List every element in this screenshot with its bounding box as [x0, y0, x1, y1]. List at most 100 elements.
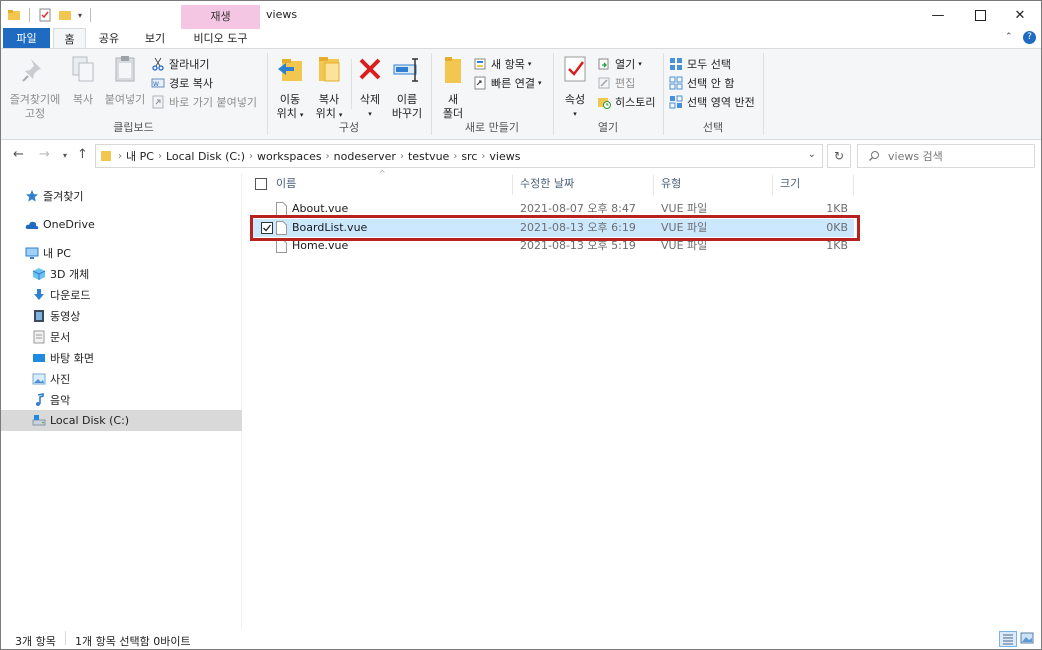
- paste-button[interactable]: 붙여넣기: [103, 53, 147, 107]
- tab-file[interactable]: 파일: [3, 28, 50, 49]
- new-folder-button[interactable]: 새 폴더: [437, 53, 469, 121]
- chevron-down-icon[interactable]: ▾: [78, 11, 82, 20]
- nav-item-label: 동영상: [50, 309, 81, 323]
- highlight-box: [250, 215, 860, 241]
- select-group-label: 선택: [702, 121, 724, 134]
- tab-home[interactable]: 홈: [53, 28, 86, 49]
- tab-video-tools[interactable]: 비디오 도구: [181, 28, 260, 49]
- forward-button[interactable]: →: [39, 147, 50, 162]
- large-icons-view-button[interactable]: [1019, 631, 1037, 647]
- properties-icon[interactable]: [38, 8, 52, 22]
- nav-item-label: 문서: [50, 330, 71, 344]
- new-item-label: 새 항목: [491, 58, 525, 71]
- cut-button[interactable]: 잘라내기: [151, 55, 209, 73]
- large-icons-view-icon: [1020, 632, 1034, 644]
- recent-locations-button[interactable]: ▾: [63, 151, 67, 160]
- properties-icon: [564, 56, 586, 82]
- delete-button[interactable]: 삭제 ▾: [353, 53, 387, 121]
- close-button[interactable]: ✕: [997, 1, 1041, 29]
- paste-icon: [115, 56, 135, 82]
- file-icon: [276, 202, 287, 216]
- chevron-down-icon: ▾: [638, 60, 642, 68]
- breadcrumb-local-disk[interactable]: Local Disk (C:): [166, 150, 245, 163]
- nav-item-downloads[interactable]: 다운로드: [1, 284, 242, 305]
- select-all-checkbox[interactable]: [255, 178, 267, 190]
- nav-item-videos[interactable]: 동영상: [1, 305, 242, 326]
- column-header-name[interactable]: 이름: [276, 173, 296, 195]
- move-label-1: 이동: [279, 93, 301, 106]
- music-icon: [36, 392, 44, 406]
- column-header-size[interactable]: 크기: [780, 173, 800, 195]
- new-folder-icon[interactable]: [58, 8, 72, 22]
- nav-item-pictures[interactable]: 사진: [1, 368, 242, 389]
- breadcrumb-nodeserver[interactable]: nodeserver: [334, 150, 396, 163]
- move-to-button[interactable]: 이동 위치 ▾: [271, 53, 309, 122]
- search-icon: [869, 151, 879, 161]
- invert-selection-label: 선택 영역 반전: [687, 96, 755, 109]
- back-button[interactable]: ←: [13, 147, 24, 162]
- nav-item-local-disk[interactable]: Local Disk (C:): [1, 410, 242, 431]
- document-icon: [33, 330, 45, 343]
- pin-button[interactable]: 즐겨찾기에 고정: [7, 53, 63, 121]
- easy-access-button[interactable]: 빠른 연결 ▾: [473, 74, 542, 92]
- column-divider[interactable]: [512, 175, 513, 195]
- breadcrumb-views[interactable]: views: [489, 150, 520, 163]
- help-icon[interactable]: ?: [1023, 31, 1036, 44]
- tab-share[interactable]: 공유: [89, 28, 129, 49]
- nav-item-quick-access[interactable]: 즐겨찾기: [1, 185, 242, 206]
- column-divider[interactable]: [772, 175, 773, 195]
- copy-path-button[interactable]: W 경로 복사: [151, 74, 213, 92]
- rename-button[interactable]: 이름 바꾸기: [387, 53, 427, 121]
- nav-item-label: 다운로드: [50, 288, 91, 302]
- minimize-button[interactable]: —: [915, 1, 961, 29]
- search-input[interactable]: views 검색: [857, 144, 1035, 168]
- ribbon-divider: [663, 53, 664, 135]
- collapse-ribbon-icon[interactable]: ⌃: [1005, 32, 1013, 42]
- chevron-right-icon: ›: [118, 150, 122, 162]
- details-view-button[interactable]: [999, 631, 1017, 647]
- paste-shortcut-button[interactable]: 바로 가기 붙여넣기: [151, 93, 257, 111]
- refresh-button[interactable]: ↻: [827, 144, 851, 168]
- breadcrumb-this-pc[interactable]: 내 PC: [126, 148, 154, 164]
- copy-to-button[interactable]: 복사 위치 ▾: [309, 53, 349, 122]
- path-icon: W: [151, 78, 165, 88]
- history-button[interactable]: 히스토리: [597, 93, 655, 111]
- breadcrumb-testvue[interactable]: testvue: [408, 150, 449, 163]
- breadcrumb-src[interactable]: src: [461, 150, 477, 163]
- invert-selection-button[interactable]: 선택 영역 반전: [669, 93, 755, 111]
- column-divider[interactable]: [653, 175, 654, 195]
- new-item-icon: [474, 58, 486, 70]
- properties-button[interactable]: 속성 ▾: [559, 53, 591, 121]
- column-divider[interactable]: [853, 175, 854, 195]
- up-button[interactable]: ↑: [77, 147, 88, 162]
- delete-label: 삭제: [359, 93, 381, 106]
- nav-item-desktop[interactable]: 바탕 화면: [1, 347, 242, 368]
- nav-item-3d-objects[interactable]: 3D 개체: [1, 263, 242, 284]
- nav-item-label: Local Disk (C:): [50, 414, 130, 427]
- rename-icon: [393, 58, 418, 82]
- tab-view[interactable]: 보기: [135, 28, 175, 49]
- nav-item-documents[interactable]: 문서: [1, 326, 242, 347]
- copy-button[interactable]: 복사: [67, 53, 99, 107]
- select-none-button[interactable]: 선택 안 함: [669, 74, 734, 92]
- nav-item-this-pc[interactable]: 내 PC: [1, 242, 242, 263]
- easy-access-icon: [474, 76, 486, 90]
- ribbon-divider: [267, 53, 268, 135]
- quick-access-toolbar: ▾: [7, 7, 92, 23]
- edit-button[interactable]: 편집: [597, 74, 635, 92]
- open-button[interactable]: 열기 ▾: [597, 55, 642, 73]
- column-header-date[interactable]: 수정한 날짜: [520, 173, 574, 195]
- address-bar[interactable]: › 내 PC › Local Disk (C:) › workspaces › …: [95, 144, 823, 168]
- invert-selection-icon: [669, 95, 683, 109]
- nav-item-music[interactable]: 음악: [1, 389, 242, 410]
- edit-label: 편집: [615, 77, 636, 90]
- chevron-down-icon[interactable]: ⌄: [808, 149, 816, 160]
- nav-item-onedrive[interactable]: OneDrive: [1, 214, 242, 235]
- new-item-button[interactable]: 새 항목 ▾: [473, 55, 531, 73]
- breadcrumb-workspaces[interactable]: workspaces: [257, 150, 322, 163]
- select-all-button[interactable]: 모두 선택: [669, 55, 731, 73]
- move-folder-icon: [278, 59, 302, 81]
- column-header-type[interactable]: 유형: [661, 173, 681, 195]
- delete-x-icon: [359, 58, 381, 80]
- history-icon: [598, 98, 611, 109]
